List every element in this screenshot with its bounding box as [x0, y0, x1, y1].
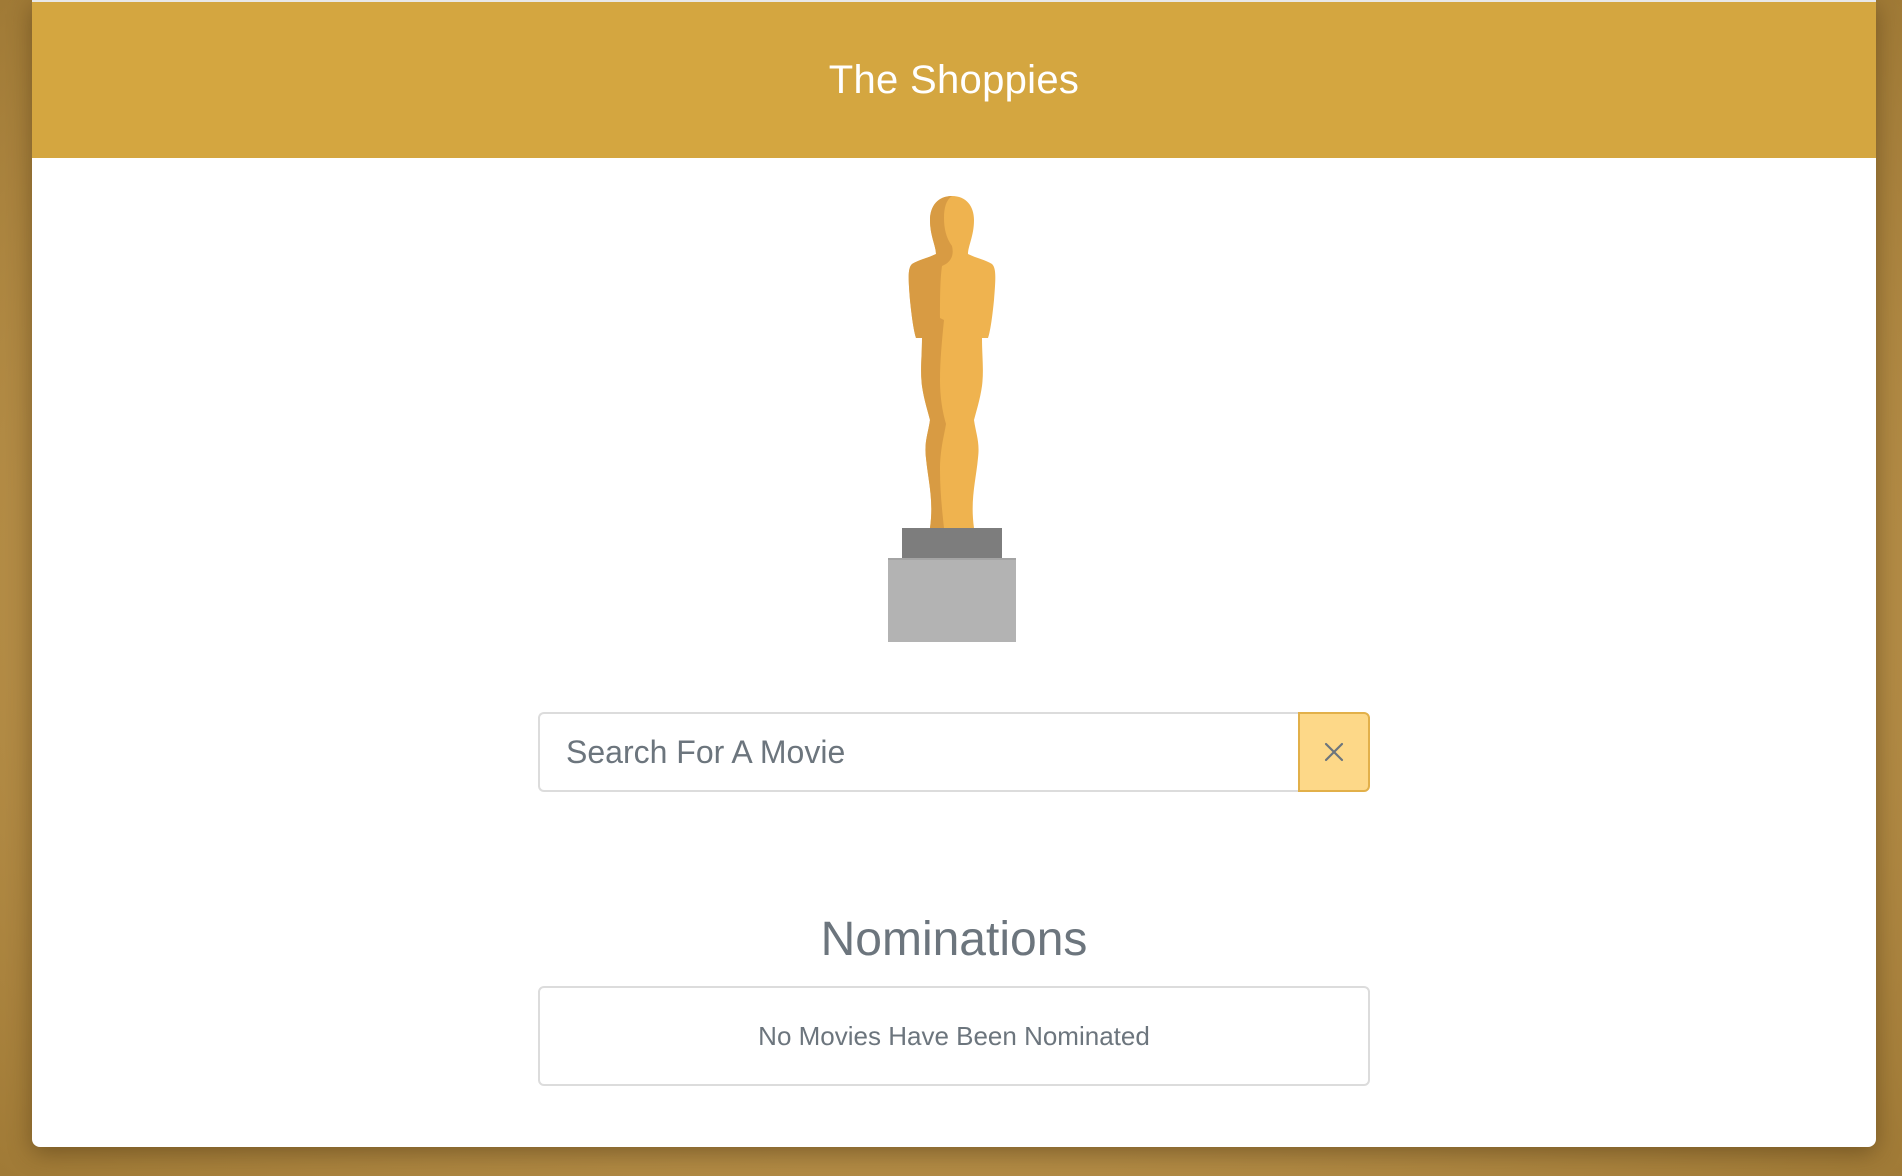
close-icon	[1323, 741, 1345, 763]
nominations-heading: Nominations	[820, 913, 1088, 966]
search-input[interactable]	[538, 712, 1298, 792]
clear-search-button[interactable]	[1298, 712, 1370, 792]
app-header: The Shoppies	[32, 2, 1876, 158]
search-bar	[538, 712, 1370, 792]
nominations-empty-message: No Movies Have Been Nominated	[758, 1020, 1150, 1051]
page-title: The Shoppies	[828, 57, 1080, 102]
trophy-statue-icon	[882, 190, 1022, 650]
nominations-list: No Movies Have Been Nominated	[538, 986, 1370, 1086]
app-window: The Shoppies Nominations No Mo	[32, 0, 1876, 1147]
